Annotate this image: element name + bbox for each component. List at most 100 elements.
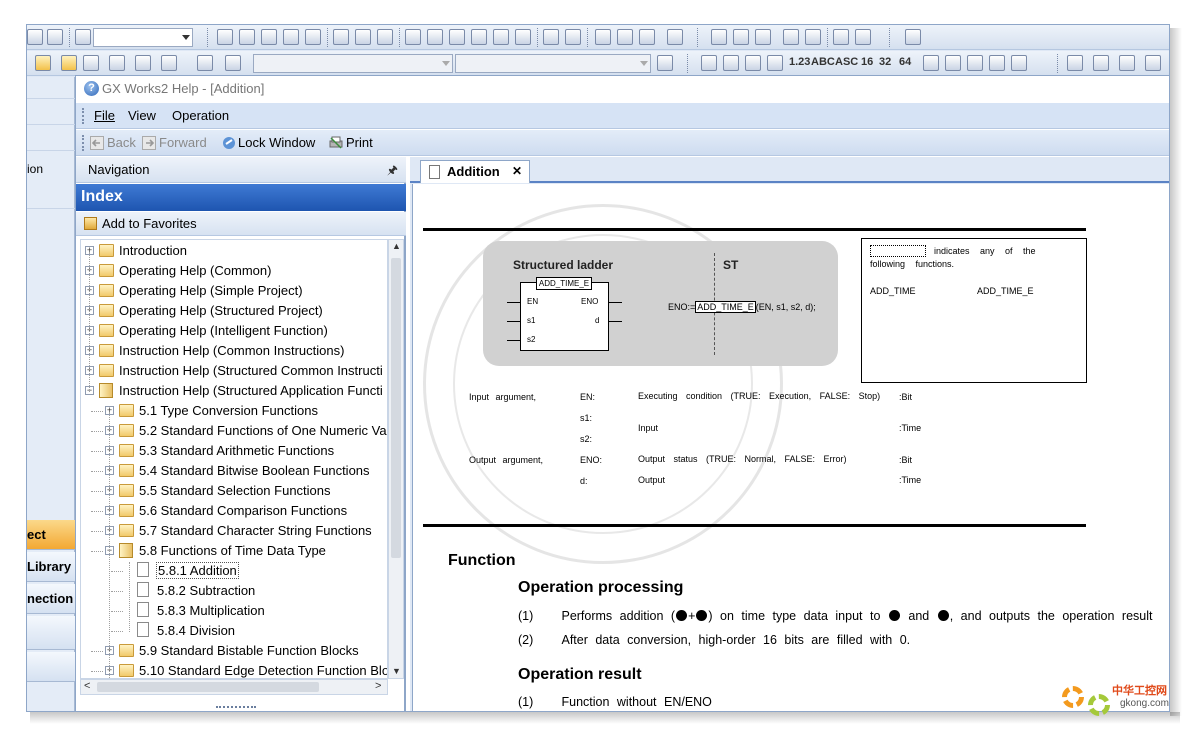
tree-item[interactable]: 5.8.1 Addition [81, 562, 381, 582]
device-dev3-icon[interactable] [923, 55, 939, 71]
forward-button[interactable]: Forward [159, 135, 207, 150]
real-format-label[interactable]: 1.23 [789, 56, 810, 68]
monitor-start-icon[interactable] [471, 29, 487, 45]
menu-file[interactable]: File [94, 108, 115, 123]
scroll-up-icon[interactable]: ▲ [392, 241, 401, 251]
pin-icon[interactable]: 🖈 [387, 161, 398, 182]
display-2-icon[interactable] [701, 55, 717, 71]
tree-item[interactable]: + Operating Help (Structured Project) [81, 302, 381, 322]
tree-item[interactable]: +5.6 Standard Comparison Functions [81, 502, 381, 522]
page-icon[interactable] [657, 55, 673, 71]
tree-item[interactable]: 5.8.4 Division [81, 622, 381, 642]
tab-addition[interactable]: Addition ✕ [420, 160, 530, 183]
disconnect-icon[interactable] [1119, 55, 1135, 71]
index-horizontal-scrollbar[interactable]: < > [80, 679, 388, 695]
monitor-stop-icon[interactable] [493, 29, 509, 45]
paste-icon[interactable] [261, 29, 277, 45]
device-replace-icon[interactable] [355, 29, 371, 45]
undo-icon[interactable] [283, 29, 299, 45]
monitor-write-icon[interactable] [515, 29, 531, 45]
add-to-favorites-button[interactable]: Add to Favorites [76, 212, 406, 236]
left-strip-blank-button[interactable] [27, 616, 75, 650]
project-combo[interactable] [253, 54, 453, 73]
pane-resize-grip[interactable] [216, 706, 256, 710]
device-dev4-icon[interactable] [945, 55, 961, 71]
device-dev7-icon[interactable] [1011, 55, 1027, 71]
watch-icon[interactable] [135, 55, 151, 71]
index-vertical-scrollbar[interactable]: ▲ ▼ [388, 239, 404, 679]
device-dev2-icon[interactable] [565, 29, 581, 45]
user-library-button[interactable]: Library [27, 552, 75, 582]
connect-icon[interactable] [1145, 55, 1161, 71]
help-icon[interactable] [905, 29, 921, 45]
ladder-f-keys-row-2[interactable] [27, 129, 75, 151]
32bit-format-label[interactable]: 32 [879, 56, 891, 68]
back-button[interactable]: Back [107, 135, 136, 150]
tree-item[interactable]: +5.1 Type Conversion Functions [81, 402, 381, 422]
device-view-icon[interactable] [61, 55, 77, 71]
outline-icon[interactable] [1067, 55, 1083, 71]
cut-icon[interactable] [217, 29, 233, 45]
scrollbar-thumb[interactable] [97, 682, 319, 692]
scroll-down-icon[interactable]: ▼ [392, 666, 401, 676]
menu-operation[interactable]: Operation [172, 108, 229, 123]
project-tools-row[interactable] [27, 181, 75, 209]
save-icon[interactable] [27, 29, 43, 45]
asc-format-label[interactable]: ASC [835, 56, 858, 68]
tree-item[interactable]: −5.8 Functions of Time Data Type [81, 542, 381, 562]
tree-icon[interactable] [1093, 55, 1109, 71]
device-search-icon[interactable] [333, 29, 349, 45]
instruction-search-icon[interactable] [377, 29, 393, 45]
tree-item[interactable]: + Instruction Help (Structured Common Ins… [81, 362, 383, 382]
display-16-icon[interactable] [767, 55, 783, 71]
verify-plc-icon[interactable] [449, 29, 465, 45]
abc-format-label[interactable]: ABC [811, 56, 835, 68]
connection-destination-button[interactable]: nection [27, 584, 75, 614]
tree-item[interactable]: + Operating Help (Intelligent Function) [81, 322, 381, 342]
ladder-line-icon[interactable] [833, 29, 849, 45]
toolbar-combo[interactable] [93, 28, 193, 47]
device-list-icon[interactable] [83, 55, 99, 71]
read-from-plc-icon[interactable] [427, 29, 443, 45]
ladder-convert-icon[interactable] [805, 29, 821, 45]
menu-view[interactable]: View [128, 108, 156, 123]
ladder-delete-line-icon[interactable] [855, 29, 871, 45]
ladder-contact-icon[interactable] [711, 29, 727, 45]
statement-icon[interactable] [617, 29, 633, 45]
device-dev5-icon[interactable] [967, 55, 983, 71]
device-dev-icon[interactable] [543, 29, 559, 45]
64bit-format-label[interactable]: 64 [899, 56, 911, 68]
tree-item[interactable]: + Introduction [81, 242, 381, 262]
tree-item[interactable]: − Instruction Help (Structured Applicatio… [81, 382, 383, 402]
tree-item[interactable]: + Operating Help (Simple Project) [81, 282, 381, 302]
print-icon[interactable] [47, 29, 63, 45]
tree-item[interactable]: +5.5 Standard Selection Functions [81, 482, 381, 502]
find-icon[interactable] [161, 55, 177, 71]
display-8-icon[interactable] [723, 55, 739, 71]
redo-icon[interactable] [305, 29, 321, 45]
tree-item[interactable]: 5.8.2 Subtraction [81, 582, 381, 602]
toolbar-grip[interactable] [82, 135, 85, 151]
scroll-left-icon[interactable]: < [84, 680, 90, 692]
scrollbar-thumb[interactable] [391, 258, 401, 558]
tree-item[interactable]: +5.9 Standard Bistable Function Blocks [81, 642, 381, 662]
tree-item[interactable]: +5.3 Standard Arithmetic Functions [81, 442, 381, 462]
close-icon[interactable]: ✕ [512, 164, 522, 178]
scroll-right-icon[interactable]: > [375, 680, 381, 692]
device-dev6-icon[interactable] [989, 55, 1005, 71]
tree-item[interactable]: 5.8.3 Multiplication [81, 602, 381, 622]
device-dev-icon[interactable] [109, 55, 125, 71]
16bit-format-label[interactable]: 16 [861, 56, 873, 68]
help-icon[interactable] [75, 29, 91, 45]
left-strip-blank-button-2[interactable] [27, 652, 75, 682]
project-button[interactable]: ect [27, 520, 75, 550]
ladder-tools-row[interactable] [27, 103, 75, 125]
ladder-coil-icon[interactable] [733, 29, 749, 45]
tree-item[interactable]: + Operating Help (Common) [81, 262, 381, 282]
lock-window-button[interactable]: Lock Window [238, 135, 315, 150]
ladder-f-keys-row[interactable] [27, 77, 75, 99]
help-icon[interactable] [197, 55, 213, 71]
toolbar-grip[interactable] [82, 108, 85, 124]
module-combo[interactable] [455, 54, 651, 73]
comment-icon[interactable] [595, 29, 611, 45]
